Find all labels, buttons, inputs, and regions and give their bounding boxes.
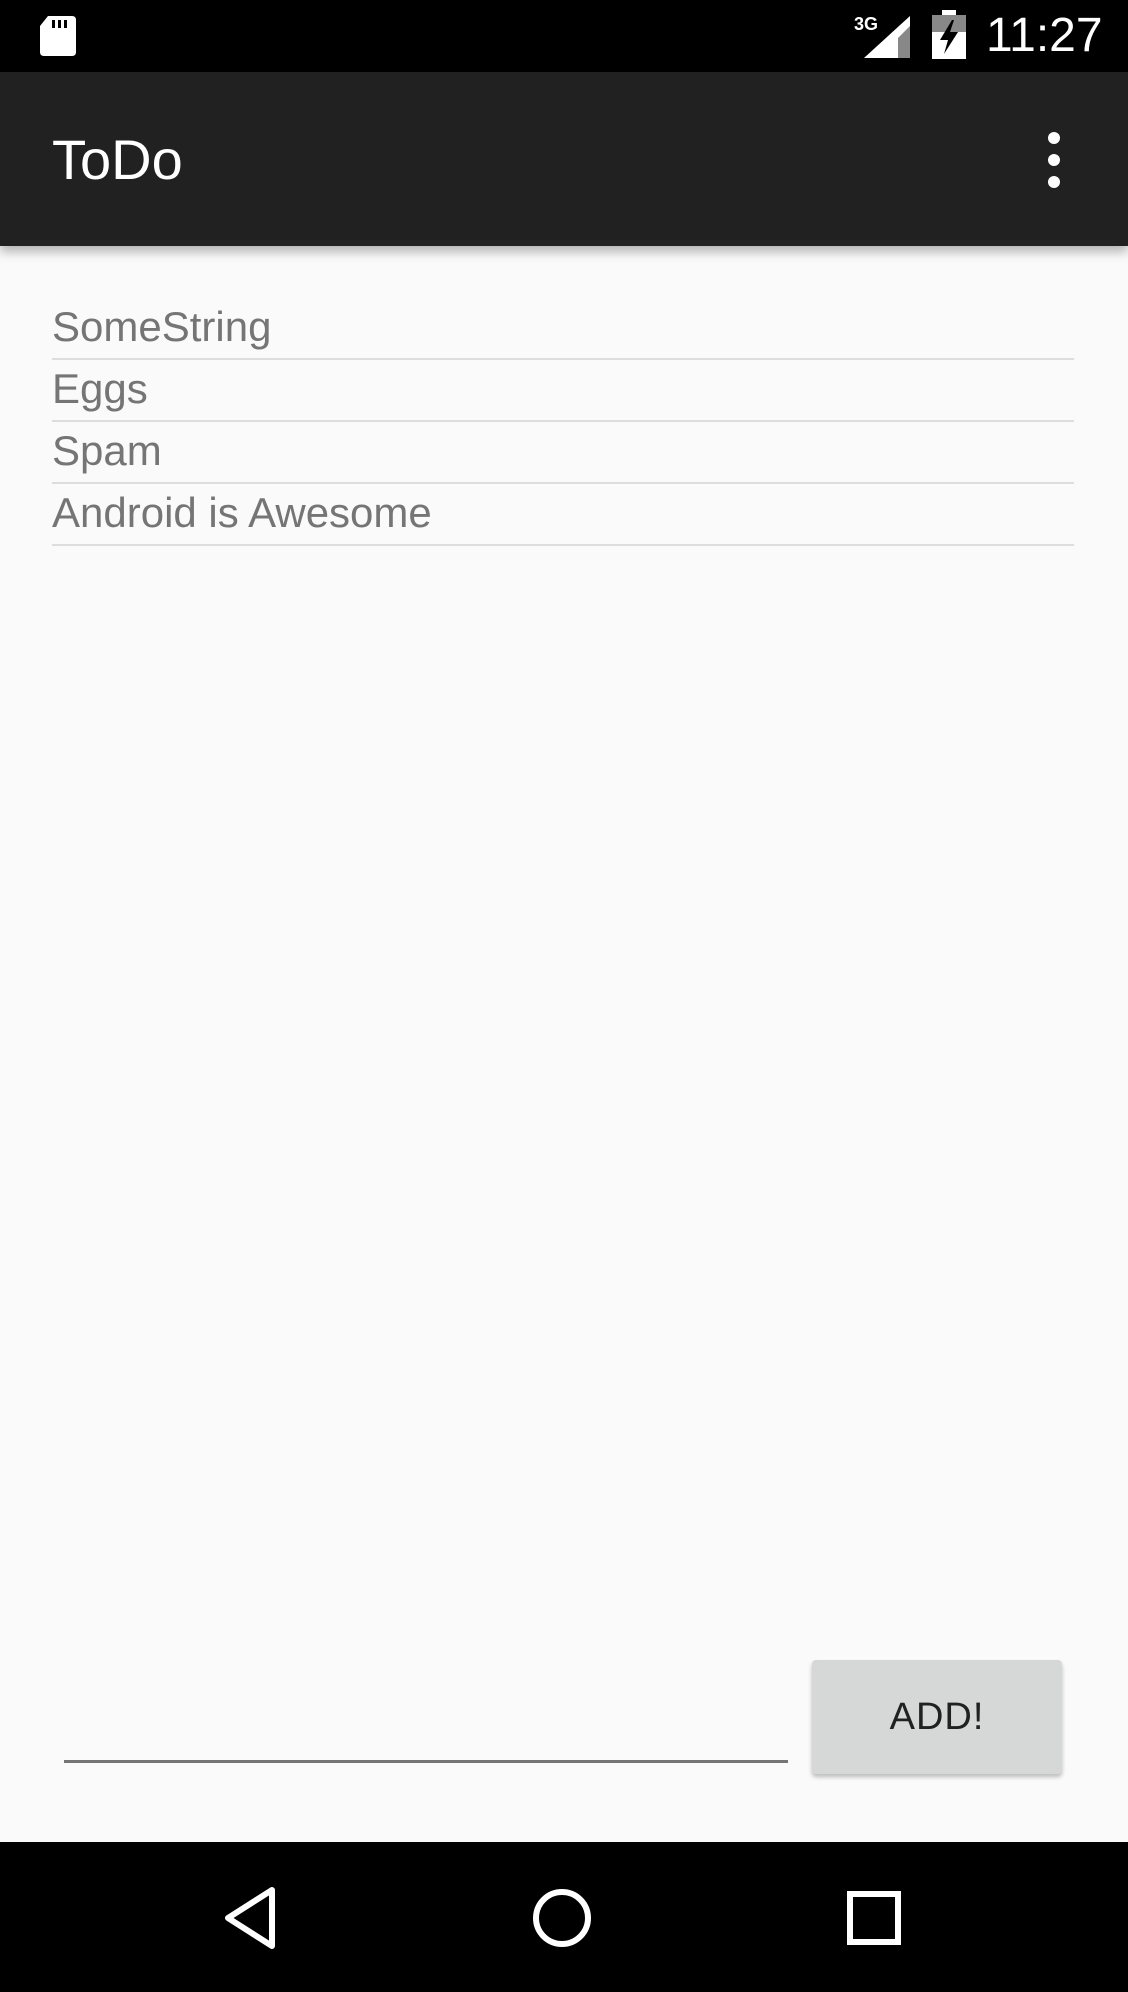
status-clock: 11:27: [986, 9, 1103, 62]
list-item[interactable]: Spam: [52, 422, 1074, 484]
sd-card-icon: [40, 16, 76, 56]
list-item[interactable]: Android is Awesome: [52, 484, 1074, 546]
list-item-label: Spam: [52, 427, 162, 474]
app-bar: ToDo: [0, 72, 1128, 246]
navigation-bar: [0, 1842, 1128, 1992]
battery-charging-icon: [932, 10, 966, 59]
list-item[interactable]: SomeString: [52, 298, 1074, 360]
list-item-label: Android is Awesome: [52, 489, 432, 536]
new-item-input[interactable]: [64, 1700, 788, 1763]
network-type-label: 3G: [854, 14, 878, 34]
add-button[interactable]: ADD!: [812, 1660, 1062, 1774]
app-title: ToDo: [52, 128, 183, 191]
back-icon[interactable]: [216, 1882, 288, 1954]
list-item[interactable]: Eggs: [52, 360, 1074, 422]
home-icon[interactable]: [526, 1882, 598, 1954]
recents-icon[interactable]: [838, 1882, 910, 1954]
screen: 3G 11:27 ToDo SomeString Eggs Spam Andro…: [0, 0, 1128, 1992]
more-vert-icon[interactable]: [1036, 128, 1072, 192]
todo-list: SomeString Eggs Spam Android is Awesome: [52, 298, 1074, 546]
list-item-label: Eggs: [52, 365, 148, 412]
status-bar: 3G 11:27: [0, 0, 1128, 72]
list-item-label: SomeString: [52, 303, 272, 350]
signal-icon: 3G: [854, 14, 910, 58]
